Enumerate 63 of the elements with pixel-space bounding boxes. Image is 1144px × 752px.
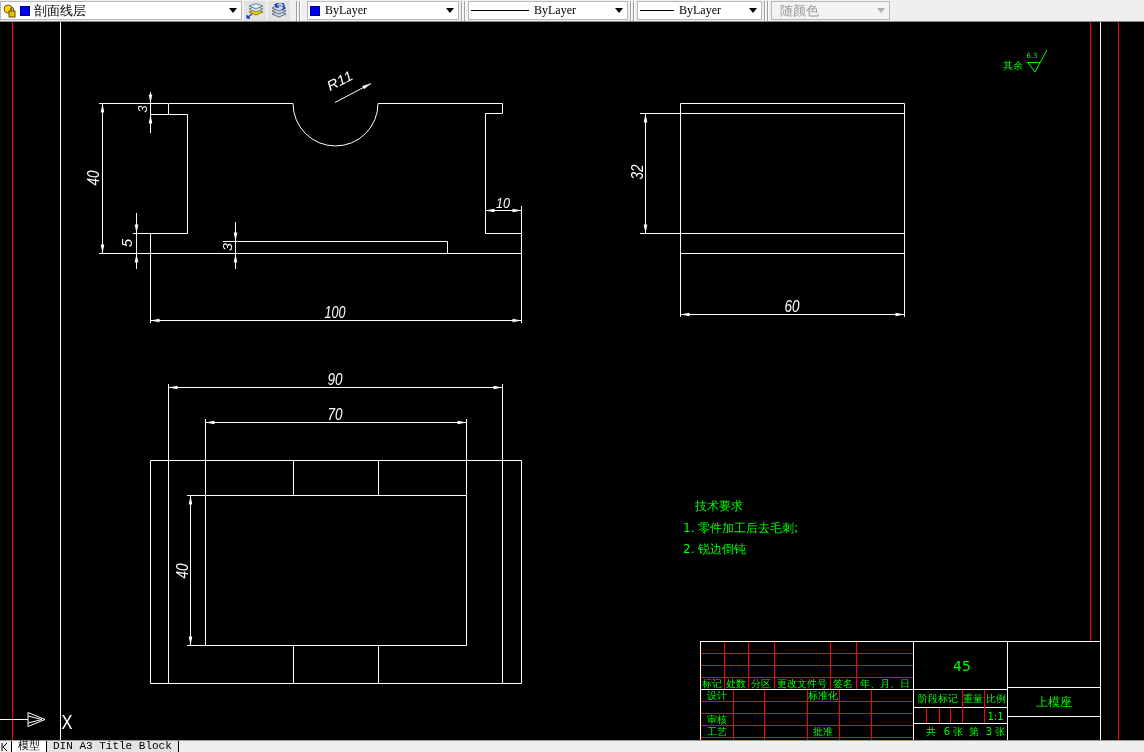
- title-block-label: 签名: [833, 678, 853, 689]
- title-block-label: 处数: [726, 678, 746, 689]
- title-block-label: 设计: [706, 690, 727, 701]
- dimension-text: 40: [85, 167, 102, 186]
- title-block-label: 工艺: [706, 726, 727, 737]
- title-block-label: 阶段标记: [917, 693, 958, 704]
- color-swatch-icon: [20, 5, 30, 16]
- linetype-dropdown[interactable]: ByLayer: [468, 1, 628, 20]
- layer-button[interactable]: [244, 0, 266, 21]
- title-block-label: 标记: [702, 678, 722, 689]
- note-text: 2. 锐边倒钝: [683, 542, 747, 556]
- roughness-symbol-icon: [1026, 49, 1048, 73]
- sheet-text: 3: [985, 726, 993, 737]
- dimension-text: R11: [324, 68, 354, 94]
- ucs-arrow-icon: [0, 712, 46, 727]
- notes-title: 技术要求: [695, 499, 743, 513]
- layer-stack-icon: [270, 2, 288, 19]
- scale-text: 1:1: [987, 711, 1004, 722]
- dimension-text: 60: [784, 298, 803, 315]
- title-block-label: 审核: [706, 714, 727, 725]
- sheet-text: 6: [943, 726, 951, 737]
- axis-label: X: [61, 711, 75, 733]
- note-text: 1. 零件加工后去毛刺;: [683, 521, 799, 535]
- scroll-arrow-icon: [1, 742, 8, 751]
- surface-finish-label: 其余: [1003, 60, 1023, 71]
- caret-icon: [877, 8, 885, 13]
- line-sample-icon: [640, 9, 674, 12]
- layer-dropdown[interactable]: 剖面线层: [0, 1, 242, 20]
- color-dropdown[interactable]: ByLayer: [307, 1, 459, 20]
- part-name-text: 上模座: [1035, 695, 1072, 709]
- caret-icon: [615, 8, 623, 13]
- layer-button[interactable]: [268, 0, 290, 21]
- title-block-label: 重量: [963, 693, 983, 704]
- sheet-text: 共: [926, 726, 936, 737]
- caret-icon: [229, 8, 237, 13]
- title-block-label: 批准: [813, 726, 833, 737]
- dimension-text: 32: [629, 161, 646, 180]
- layer-stack-icon: [246, 2, 264, 19]
- dimension-text: 3: [220, 243, 235, 251]
- caret-icon: [446, 8, 454, 13]
- sheet-text: 第: [969, 726, 979, 737]
- lineweight-dropdown[interactable]: ByLayer: [637, 1, 762, 20]
- title-block-label: 比例: [985, 693, 1006, 704]
- dimension-text: 5: [119, 239, 135, 247]
- title-block-label: 标准化: [808, 690, 838, 701]
- title-block-label: 分区: [751, 678, 771, 689]
- dimension-text: 100: [324, 304, 352, 321]
- sheet-text: 张: [953, 726, 963, 737]
- title-block-label: 更改文件号: [777, 678, 827, 689]
- color-swatch-icon: [310, 5, 320, 16]
- dimension-text: 10: [496, 195, 512, 211]
- layer-lock-icon: [3, 3, 16, 18]
- sheet-text: 张: [995, 726, 1005, 737]
- layout-tab[interactable]: DIN A3 Title Block: [46, 741, 179, 752]
- title-block-label: 年、月、日: [859, 678, 910, 689]
- layout-tab[interactable]: 模型: [11, 741, 47, 752]
- dimension-text: 90: [327, 371, 346, 388]
- material-text: 45: [953, 658, 971, 674]
- dimension-text: 40: [174, 560, 191, 579]
- line-sample-icon: [471, 9, 529, 12]
- dimension-text: 3: [136, 105, 150, 113]
- dimension-text: 70: [327, 406, 346, 423]
- caret-icon: [749, 8, 757, 13]
